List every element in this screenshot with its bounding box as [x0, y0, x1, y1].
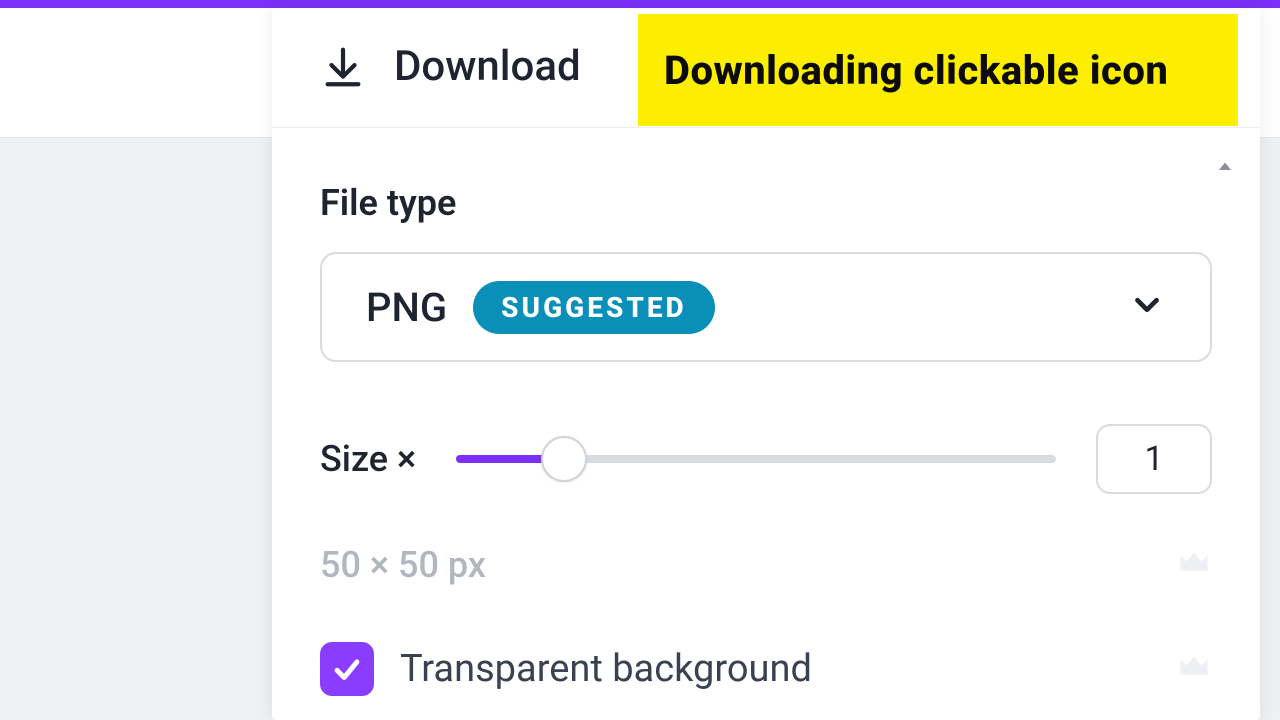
annotation-text: Downloading clickable icon [664, 47, 1168, 94]
download-icon [320, 44, 366, 90]
file-type-select[interactable]: PNG SUGGESTED [320, 252, 1212, 362]
chevron-down-icon [1128, 286, 1166, 328]
dimensions-text: 50 × 50 px [320, 544, 486, 586]
annotation-banner: Downloading clickable icon [638, 14, 1238, 126]
transparent-bg-row: Transparent background [320, 642, 1212, 696]
transparent-bg-label: Transparent background [400, 647, 812, 691]
file-type-label: File type [320, 182, 1212, 224]
size-input[interactable]: 1 [1096, 424, 1212, 494]
file-type-value: PNG [366, 284, 447, 331]
transparent-bg-checkbox[interactable] [320, 642, 374, 696]
download-title: Download [394, 42, 581, 91]
dimensions-row: 50 × 50 px [320, 544, 1212, 586]
panel-body: File type PNG SUGGESTED Size × 1 [272, 128, 1260, 696]
size-row: Size × 1 [320, 424, 1212, 494]
check-icon [330, 652, 364, 686]
size-slider[interactable] [456, 435, 1056, 483]
slider-thumb[interactable] [541, 436, 587, 482]
top-accent-bar [0, 0, 1280, 8]
size-input-value: 1 [1144, 439, 1163, 479]
suggested-badge: SUGGESTED [473, 281, 715, 334]
crown-icon [1176, 649, 1212, 689]
crown-icon [1176, 545, 1212, 585]
size-label: Size × [320, 438, 416, 480]
